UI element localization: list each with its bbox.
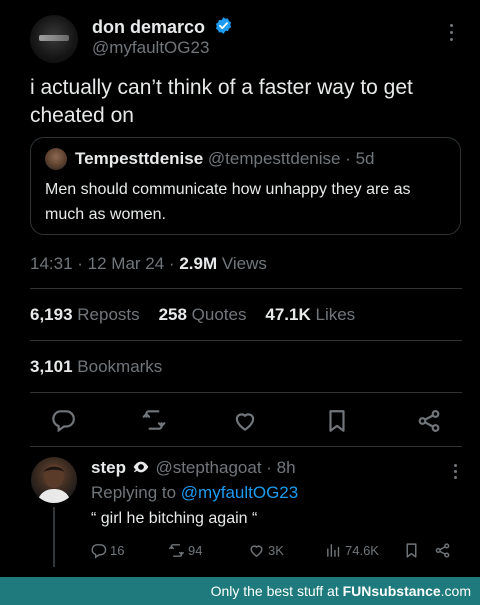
views-count: 2.9M bbox=[179, 254, 218, 273]
watermark-footer: Only the best stuff at FUNsubstance.com bbox=[0, 577, 480, 605]
reply-header: step @stepthagoat · 8h bbox=[91, 458, 296, 478]
reply-likes-count: 3K bbox=[268, 543, 284, 558]
author-name[interactable]: don demarco bbox=[92, 17, 205, 37]
like-icon bbox=[250, 545, 263, 557]
views-label: Views bbox=[221, 254, 267, 273]
eye-emoji-icon bbox=[133, 461, 149, 473]
reply-reply-button[interactable]: 16 bbox=[90, 542, 124, 559]
share-icon[interactable] bbox=[416, 408, 442, 434]
tweet-time[interactable]: 14:31 bbox=[30, 254, 73, 273]
engagement-stats: 6,193 Reposts 258 Quotes 47.1K Likes bbox=[30, 305, 355, 325]
footer-brand[interactable]: FUNsubstance bbox=[343, 583, 441, 599]
bookmarks-stat[interactable]: 3,101 Bookmarks bbox=[30, 357, 162, 377]
divider bbox=[30, 340, 462, 341]
author-avatar[interactable] bbox=[30, 15, 78, 63]
tweet-text: i actually can’t think of a faster way t… bbox=[30, 76, 413, 127]
reply-views-count: 74.6K bbox=[345, 543, 379, 558]
quotes-stat[interactable]: 258 Quotes bbox=[159, 305, 247, 324]
footer-suffix: .com bbox=[440, 583, 471, 599]
reply-views-button[interactable]: 74.6K bbox=[325, 542, 379, 559]
more-options-icon[interactable] bbox=[446, 24, 456, 46]
replying-to-prefix: Replying to bbox=[91, 483, 177, 502]
tweet-date[interactable]: · 12 Mar 24 · bbox=[77, 254, 174, 273]
divider bbox=[30, 446, 462, 447]
reply-replies-count: 16 bbox=[110, 543, 125, 558]
quote-age: · 5d bbox=[345, 149, 375, 168]
quoted-tweet[interactable]: Tempesttdenise @tempesttdenise · 5d Men … bbox=[30, 137, 461, 235]
tweet-meta: 14:31 · 12 Mar 24 · 2.9M Views bbox=[30, 254, 267, 274]
likes-stat[interactable]: 47.1K Likes bbox=[265, 305, 355, 324]
replying-to-mention[interactable]: @myfaultOG23 bbox=[181, 483, 298, 502]
reply-repost-button[interactable]: 94 bbox=[168, 542, 202, 559]
reply-age: · 8h bbox=[266, 458, 296, 477]
divider bbox=[30, 392, 462, 393]
quote-avatar bbox=[45, 148, 67, 170]
author-name-row[interactable]: don demarco bbox=[92, 16, 233, 38]
bookmarks-label: Bookmarks bbox=[77, 357, 163, 376]
bookmark-icon[interactable] bbox=[324, 408, 350, 434]
reply-share-button[interactable] bbox=[434, 542, 454, 559]
quote-name: Tempesttdenise bbox=[75, 149, 204, 168]
reply-icon bbox=[91, 544, 107, 559]
views-icon bbox=[327, 544, 340, 557]
reply-like-button[interactable]: 3K bbox=[248, 542, 284, 559]
avatar-logo bbox=[39, 35, 69, 41]
reply-more-options-icon[interactable] bbox=[452, 464, 458, 482]
repost-icon bbox=[169, 544, 184, 557]
verified-badge-icon bbox=[216, 17, 232, 34]
reply-avatar[interactable] bbox=[31, 457, 77, 503]
bookmark-icon bbox=[406, 543, 417, 558]
reply-avatar-figure-icon bbox=[37, 464, 71, 503]
divider bbox=[30, 288, 462, 289]
quote-text: Men should communicate how unhappy they … bbox=[45, 181, 411, 223]
author-handle[interactable]: @myfaultOG23 bbox=[92, 38, 209, 58]
quote-header: Tempesttdenise @tempesttdenise · 5d bbox=[75, 149, 374, 169]
reply-reposts-count: 94 bbox=[188, 543, 203, 558]
reply-text: “ girl he bitching again “ bbox=[91, 510, 258, 527]
share-icon bbox=[435, 543, 450, 558]
quote-handle: @tempesttdenise bbox=[207, 149, 341, 168]
thread-line bbox=[53, 507, 55, 567]
reposts-stat[interactable]: 6,193 Reposts bbox=[30, 305, 140, 324]
reply-icon[interactable] bbox=[50, 407, 76, 433]
footer-prefix: Only the best stuff at bbox=[210, 583, 339, 599]
reply-handle[interactable]: @stepthagoat bbox=[155, 458, 261, 477]
repost-icon[interactable] bbox=[141, 407, 167, 433]
reply-name[interactable]: step bbox=[91, 458, 126, 477]
like-icon[interactable] bbox=[232, 408, 258, 434]
bookmarks-count: 3,101 bbox=[30, 357, 73, 376]
reply-bookmark-button[interactable] bbox=[403, 542, 423, 559]
replying-to: Replying to @myfaultOG23 bbox=[91, 483, 298, 503]
